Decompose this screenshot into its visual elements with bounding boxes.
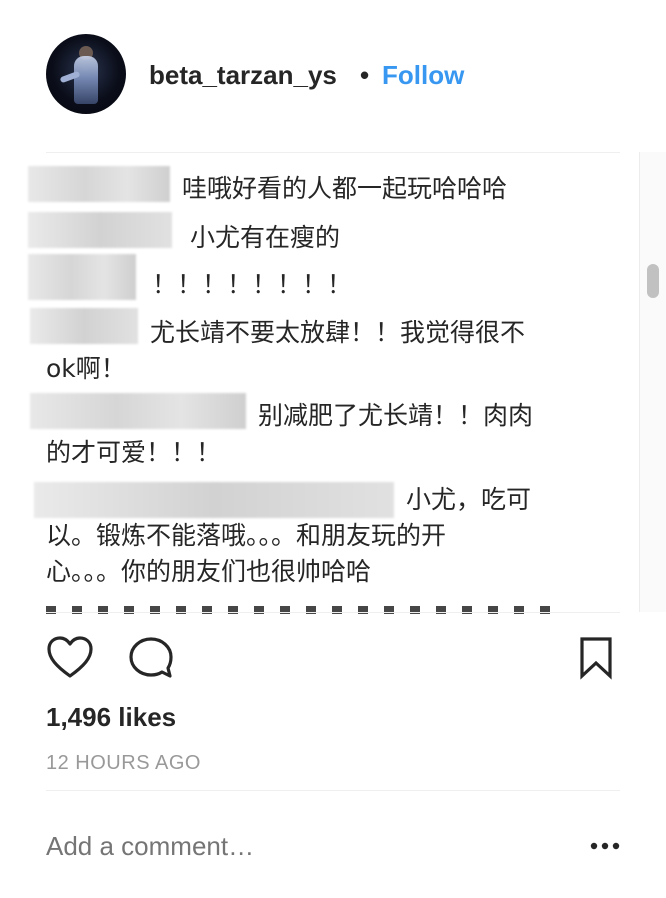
save-button[interactable] <box>578 636 614 680</box>
blurred-username <box>30 393 246 429</box>
comment-text-line: ok啊！ <box>46 354 126 383</box>
blurred-username <box>34 482 394 518</box>
post-timestamp[interactable]: 12 HOURS AGO <box>46 752 201 775</box>
comment-text: ！！！！！！！！ <box>152 270 353 299</box>
comments-scrollbar[interactable] <box>639 152 666 612</box>
blurred-username <box>28 166 170 202</box>
likes-count[interactable]: 1,496 likes <box>46 702 176 733</box>
divider <box>46 790 620 791</box>
comment-text-line: 小尤，吃可 <box>406 485 532 514</box>
blurred-username <box>28 212 172 248</box>
divider <box>46 612 620 613</box>
avatar[interactable] <box>46 34 126 114</box>
ellipsis-icon <box>590 842 620 850</box>
speech-bubble-icon <box>129 637 173 678</box>
comment-text-line: 别减肥了尤长靖！！肉肉 <box>258 401 534 430</box>
username[interactable]: beta_tarzan_ys <box>149 60 337 91</box>
bookmark-icon <box>580 637 612 680</box>
comment-button[interactable] <box>128 636 174 680</box>
follow-button[interactable]: Follow <box>382 60 464 91</box>
blurred-username <box>30 308 138 344</box>
comment-text-line: 以。锻炼不能落哦。。。和朋友玩的开 <box>46 521 447 550</box>
heart-icon <box>47 636 93 678</box>
avatar-figure <box>74 56 98 104</box>
like-button[interactable] <box>46 636 94 680</box>
comment-text-line: 的才可爱！！！ <box>46 438 222 467</box>
add-comment-input[interactable] <box>46 828 566 864</box>
more-options-button[interactable] <box>590 836 620 856</box>
comment-text: 哇哦好看的人都一起玩哈哈哈 <box>182 174 508 203</box>
comment-text-line: 尤长靖不要太放肆！！我觉得很不 <box>150 318 526 347</box>
separator-dot: • <box>360 60 370 90</box>
scrollbar-thumb[interactable] <box>647 264 659 298</box>
post-header: beta_tarzan_ys • Follow <box>0 0 666 150</box>
comment-text: 小尤有在瘦的 <box>190 223 341 252</box>
comment-text-line: 心。。。你的朋友们也很帅哈哈 <box>46 557 372 586</box>
blurred-username <box>28 254 136 300</box>
